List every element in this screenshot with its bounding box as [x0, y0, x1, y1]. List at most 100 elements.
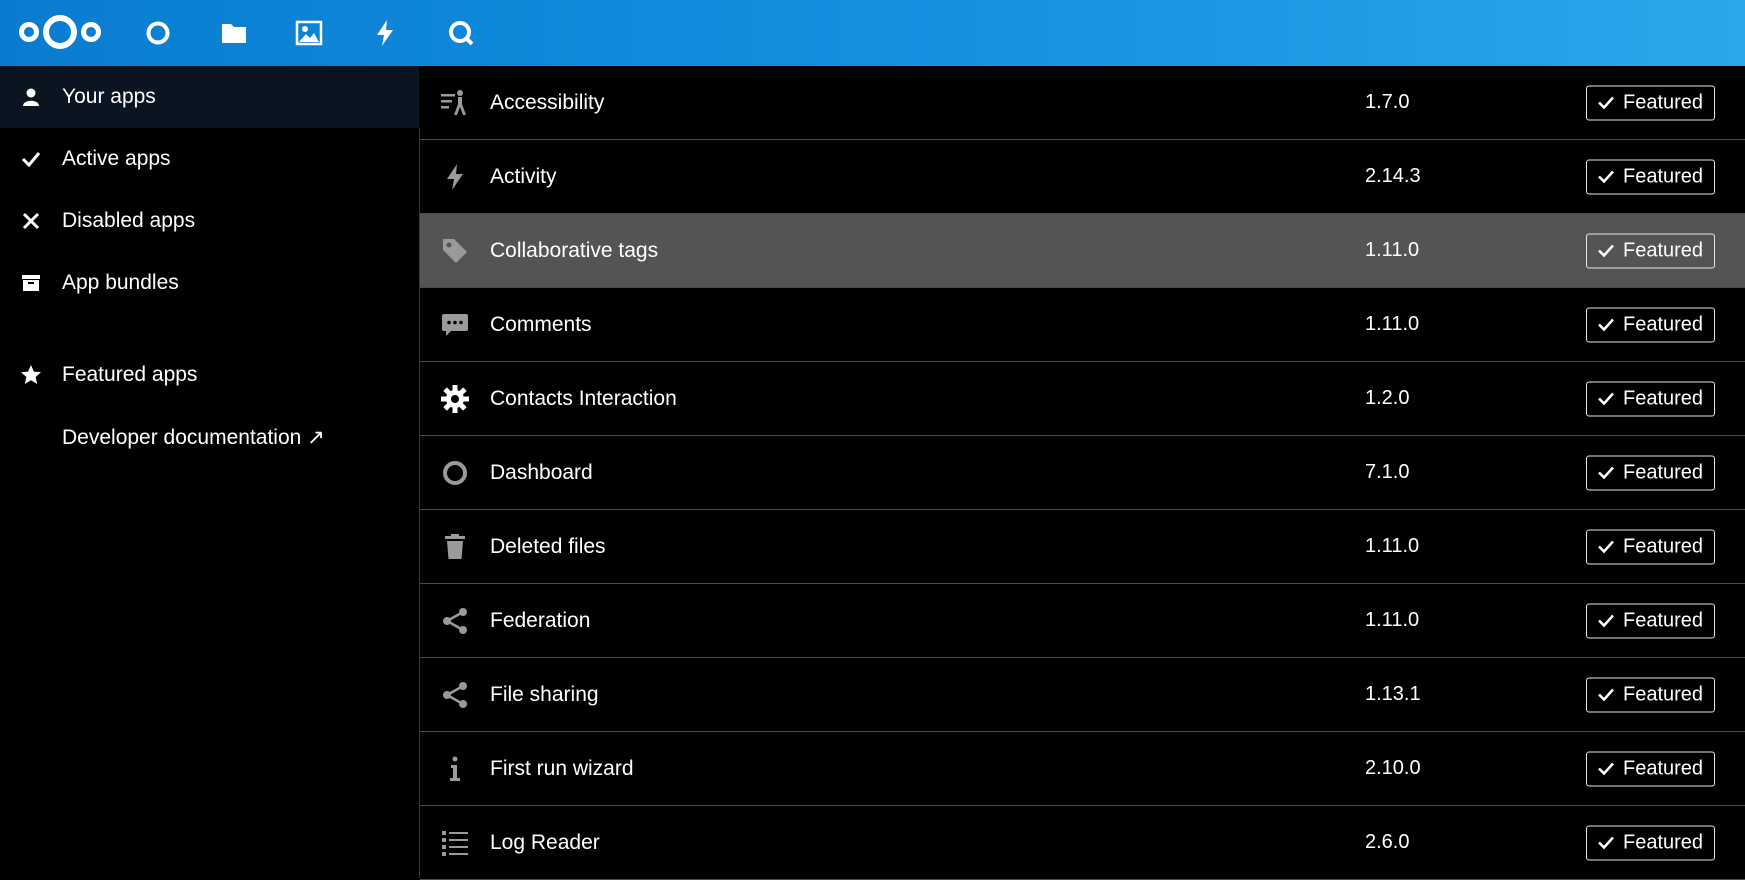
list-icon: [440, 828, 470, 858]
featured-label: Featured: [1623, 165, 1704, 187]
featured-label: Featured: [1623, 831, 1704, 853]
sidebar-item-label: Featured apps: [62, 363, 198, 386]
featured-badge[interactable]: Featured: [1586, 751, 1715, 786]
featured-label: Featured: [1623, 91, 1704, 113]
featured-badge[interactable]: Featured: [1586, 381, 1715, 416]
sidebar-item-label: Active apps: [62, 147, 171, 170]
sidebar-item-disabled-apps[interactable]: Disabled apps: [0, 190, 419, 252]
sidebar-item-label: App bundles: [62, 271, 179, 294]
featured-label: Featured: [1623, 535, 1704, 557]
featured-badge[interactable]: Featured: [1586, 307, 1715, 342]
app-row[interactable]: Comments 1.11.0 Featured: [420, 288, 1745, 362]
featured-badge[interactable]: Featured: [1586, 233, 1715, 268]
featured-label: Featured: [1623, 313, 1704, 335]
nextcloud-logo[interactable]: [17, 12, 103, 52]
app-version: 7.1.0: [1365, 461, 1410, 483]
share-icon: [440, 606, 470, 636]
app-version: 1.11.0: [1365, 239, 1420, 261]
sidebar-item-label: Disabled apps: [62, 209, 196, 232]
sidebar-item-label: Developer documentation ↗: [62, 425, 325, 449]
sidebar-item-label: Your apps: [62, 85, 156, 108]
app-row[interactable]: First run wizard 2.10.0 Featured: [420, 732, 1745, 806]
app-header: [0, 0, 1745, 66]
featured-label: Featured: [1623, 461, 1704, 483]
sidebar-item-active-apps[interactable]: Active apps: [0, 128, 419, 190]
gear-icon: [440, 384, 470, 414]
tag-icon: [440, 236, 470, 266]
share-icon: [440, 680, 470, 710]
featured-label: Featured: [1623, 239, 1704, 261]
app-version: 2.14.3: [1365, 165, 1421, 187]
app-name: Dashboard: [490, 460, 593, 484]
featured-badge[interactable]: Featured: [1586, 677, 1715, 712]
info-icon: [440, 754, 470, 784]
files-icon[interactable]: [214, 13, 254, 53]
app-name: File sharing: [490, 682, 599, 706]
checkmark-icon: [1598, 244, 1614, 258]
app-name: Contacts Interaction: [490, 386, 677, 410]
checkmark-icon: [1598, 688, 1614, 702]
app-row[interactable]: Dashboard 7.1.0 Featured: [420, 436, 1745, 510]
app-name: Log Reader: [490, 830, 600, 854]
app-name: First run wizard: [490, 756, 634, 780]
close-icon: [19, 209, 43, 233]
app-name: Deleted files: [490, 534, 606, 558]
app-row[interactable]: Deleted files 1.11.0 Featured: [420, 510, 1745, 584]
activity-icon[interactable]: [365, 13, 405, 53]
app-name: Activity: [490, 164, 557, 188]
sidebar-item-app-bundles[interactable]: App bundles: [0, 252, 419, 314]
featured-label: Featured: [1623, 387, 1704, 409]
checkmark-icon: [1598, 318, 1614, 332]
checkmark-icon: [1598, 614, 1614, 628]
app-row[interactable]: Contacts Interaction 1.2.0 Featured: [420, 362, 1745, 436]
app-row[interactable]: Accessibility 1.7.0 Featured: [420, 66, 1745, 140]
sidebar-item-your-apps[interactable]: Your apps: [0, 66, 419, 128]
featured-badge[interactable]: Featured: [1586, 159, 1715, 194]
featured-badge[interactable]: Featured: [1586, 85, 1715, 120]
app-name: Collaborative tags: [490, 238, 659, 262]
accessibility-icon: [440, 88, 470, 118]
archive-icon: [19, 271, 43, 295]
featured-label: Featured: [1623, 757, 1704, 779]
user-icon: [19, 85, 43, 109]
featured-badge[interactable]: Featured: [1586, 825, 1715, 860]
featured-label: Featured: [1623, 683, 1704, 705]
photos-icon[interactable]: [289, 13, 329, 53]
app-sidebar: Your apps Active apps Disabled apps App …: [0, 66, 419, 878]
app-row[interactable]: Log Reader 2.6.0 Featured: [420, 806, 1745, 880]
circle-icon: [440, 458, 470, 488]
app-version: 1.2.0: [1365, 387, 1410, 409]
app-version: 1.13.1: [1365, 683, 1421, 705]
app-row[interactable]: File sharing 1.13.1 Featured: [420, 658, 1745, 732]
app-name: Federation: [490, 608, 591, 632]
featured-badge[interactable]: Featured: [1586, 455, 1715, 490]
sidebar-item-developer-documentation[interactable]: Developer documentation ↗: [0, 406, 419, 468]
featured-label: Featured: [1623, 609, 1704, 631]
checkmark-icon: [1598, 392, 1614, 406]
app-version: 1.7.0: [1365, 91, 1410, 113]
app-row[interactable]: Collaborative tags 1.11.0 Featured: [420, 214, 1745, 288]
app-version: 1.11.0: [1365, 535, 1420, 557]
featured-badge[interactable]: Featured: [1586, 529, 1715, 564]
checkmark-icon: [19, 147, 43, 171]
trash-icon: [440, 532, 470, 562]
sidebar-item-featured-apps[interactable]: Featured apps: [0, 344, 419, 406]
checkmark-icon: [1598, 762, 1614, 776]
featured-badge[interactable]: Featured: [1586, 603, 1715, 638]
search-icon[interactable]: [441, 13, 481, 53]
dashboard-icon[interactable]: [138, 13, 178, 53]
app-version: 2.10.0: [1365, 757, 1421, 779]
checkmark-icon: [1598, 96, 1614, 110]
app-version: 1.11.0: [1365, 313, 1420, 335]
activity-icon: [440, 162, 470, 192]
app-version: 2.6.0: [1365, 831, 1410, 853]
app-version: 1.11.0: [1365, 609, 1420, 631]
app-row[interactable]: Federation 1.11.0 Featured: [420, 584, 1745, 658]
app-name: Accessibility: [490, 90, 605, 114]
checkmark-icon: [1598, 836, 1614, 850]
checkmark-icon: [1598, 540, 1614, 554]
checkmark-icon: [1598, 170, 1614, 184]
app-row[interactable]: Activity 2.14.3 Featured: [420, 140, 1745, 214]
star-icon: [19, 363, 43, 387]
app-list: Accessibility 1.7.0 Featured Activity 2.…: [420, 66, 1745, 880]
